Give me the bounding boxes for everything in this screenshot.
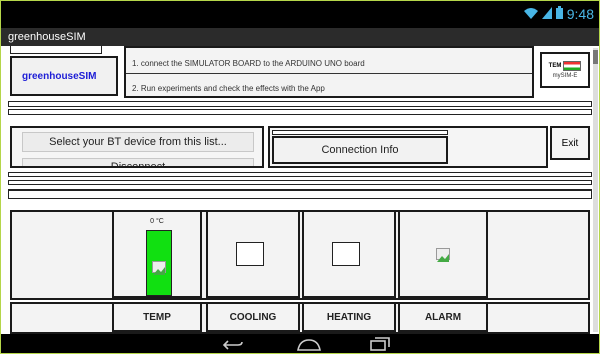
status-icons: 9:48 [523, 6, 594, 22]
app-title-bar: greenhouseSIM [0, 28, 600, 46]
instruction-step-1: 1. connect the SIMULATOR BOARD to the AR… [126, 54, 532, 74]
exit-button[interactable]: Exit [550, 126, 590, 160]
cooling-label: COOLING [206, 302, 300, 332]
temp-label: TEMP [112, 302, 202, 332]
navigation-bar [0, 334, 600, 354]
divider-band [8, 172, 592, 177]
divider-band [8, 180, 592, 185]
alarm-cell [398, 210, 488, 298]
cooling-cell [206, 210, 300, 298]
instructions-panel: 1. connect the SIMULATOR BOARD to the AR… [124, 46, 534, 98]
bt-panel: Select your BT device from this list... … [10, 126, 264, 168]
app-label: greenhouseSIM [22, 70, 97, 82]
connection-panel: Connection Info [268, 126, 548, 168]
logo-small-text: TEM [548, 63, 562, 69]
heating-indicator [332, 242, 360, 266]
disconnect-button[interactable]: Disconnect [22, 158, 254, 166]
temp-cell: 0 °C [112, 210, 202, 298]
connection-stub [272, 130, 448, 135]
heating-label: HEATING [302, 302, 396, 332]
wifi-icon [523, 6, 538, 22]
clock: 9:48 [566, 6, 594, 22]
instruction-step-2: 2. Run experiments and check the effects… [132, 84, 325, 93]
select-bt-device-button[interactable]: Select your BT device from this list... [22, 132, 254, 152]
signal-icon [541, 6, 552, 22]
app-label-box: greenhouseSIM [10, 56, 118, 96]
logo-graphic: TEM [549, 61, 582, 71]
logo-text: mySIM-E [552, 73, 578, 79]
scrollbar[interactable] [593, 48, 598, 332]
divider-band [8, 101, 592, 107]
scrollbar-thumb[interactable] [593, 50, 598, 64]
logo-box[interactable]: TEM mySIM-E [540, 52, 590, 88]
cooling-indicator [236, 242, 264, 266]
header-top-stub [10, 46, 102, 54]
sensor-panel [10, 210, 590, 300]
home-icon[interactable] [296, 338, 322, 356]
connection-info-button[interactable]: Connection Info [272, 136, 448, 164]
divider-band [8, 189, 592, 199]
alarm-image-icon [436, 248, 450, 262]
recent-apps-icon[interactable] [370, 337, 390, 356]
back-icon[interactable] [222, 338, 244, 356]
logo-flag-icon [563, 61, 582, 71]
divider-band [8, 109, 592, 115]
app-title: greenhouseSIM [8, 31, 86, 43]
image-placeholder-icon [152, 261, 166, 275]
alarm-label: ALARM [398, 302, 488, 332]
heating-cell [302, 210, 396, 298]
temp-bar [146, 230, 172, 296]
temp-value: 0 °C [150, 218, 164, 225]
labels-panel [10, 302, 590, 334]
status-bar: 9:48 [0, 0, 600, 28]
battery-icon [555, 6, 563, 22]
